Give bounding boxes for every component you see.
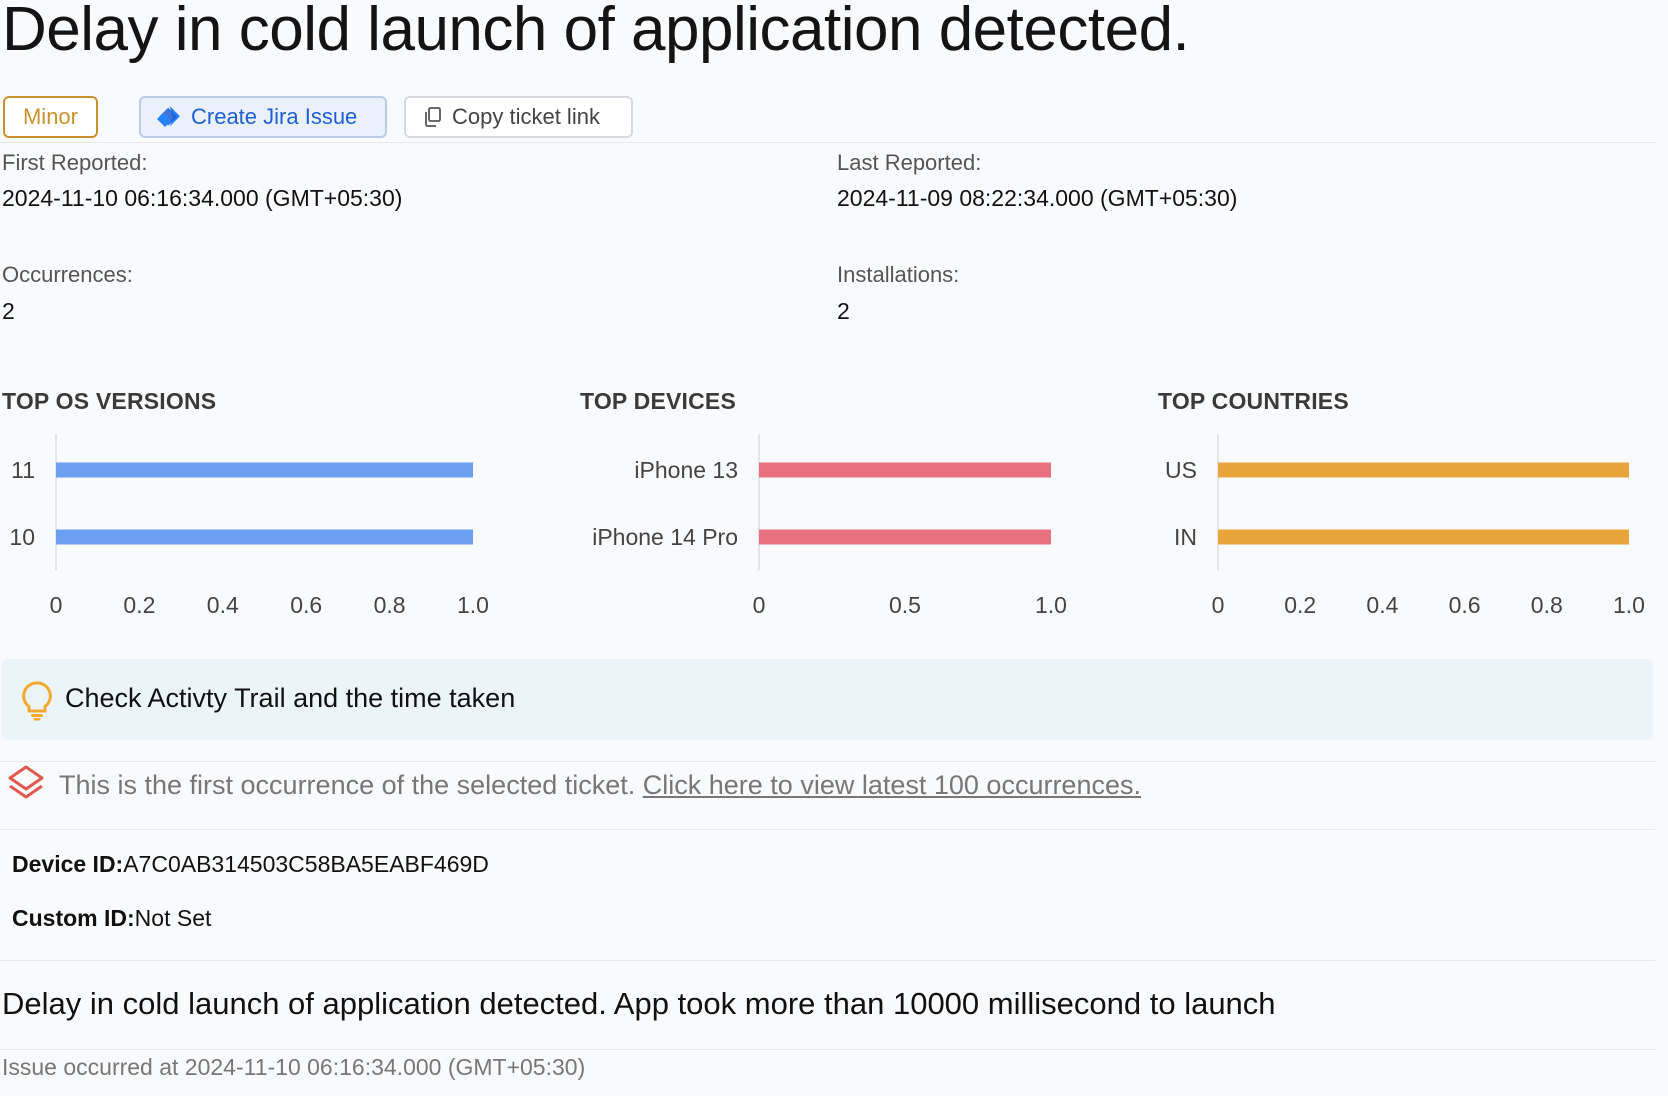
category-label: US (1165, 457, 1197, 483)
top-os-versions-chart: 11 10 0 0.2 0.4 0.6 0.8 1.0 (9, 434, 489, 618)
x-tick-label: 0.4 (1366, 592, 1398, 618)
occurrence-text: This is the first occurrence of the sele… (59, 770, 636, 800)
x-tick-label: 1.0 (1035, 592, 1067, 618)
top-countries-chart: US IN 0 0.2 0.4 0.6 0.8 1.0 (1165, 434, 1645, 618)
x-tick-label: 0.2 (123, 592, 155, 618)
category-label: IN (1174, 524, 1197, 550)
category-label: 10 (9, 524, 35, 550)
x-tick-label: 1.0 (457, 592, 489, 618)
issue-description: Delay in cold launch of application dete… (2, 986, 1276, 1021)
bar-10[interactable] (56, 529, 473, 545)
device-id-value: A7C0AB314503C58BA5EABF469D (123, 851, 489, 877)
bar-us[interactable] (1218, 462, 1629, 478)
copy-ticket-link-button[interactable]: Copy ticket link (404, 96, 633, 138)
custom-id-value: Not Set (134, 905, 212, 931)
last-reported-value: 2024-11-09 08:22:34.000 (GMT+05:30) (837, 185, 1238, 211)
copy-icon (424, 107, 442, 127)
bar-iphone-13[interactable] (759, 462, 1051, 478)
jira-icon (157, 105, 181, 129)
hint-banner: Check Activty Trail and the time taken (2, 659, 1653, 740)
category-label: iPhone 13 (634, 457, 738, 483)
occurrence-text-line: This is the first occurrence of the sele… (59, 770, 1141, 801)
x-tick-label: 0.4 (207, 592, 239, 618)
x-tick-label: 0.6 (290, 592, 322, 618)
bar-iphone-14-pro[interactable] (759, 529, 1051, 545)
create-jira-issue-label: Create Jira Issue (191, 104, 358, 129)
divider (0, 1049, 1655, 1050)
issue-detail-page: Delay in cold launch of application dete… (0, 0, 1668, 1096)
occurrences-label: Occurrences: (2, 262, 133, 287)
x-tick-label: 0 (50, 592, 63, 618)
last-reported-label: Last Reported: (837, 150, 982, 175)
x-tick-label: 0.5 (889, 592, 921, 618)
layers-icon (6, 764, 46, 811)
page-title: Delay in cold launch of application dete… (2, 0, 1190, 64)
create-jira-issue-button[interactable]: Create Jira Issue (139, 96, 387, 138)
divider (0, 142, 1655, 143)
top-countries-title: TOP COUNTRIES (1158, 388, 1349, 414)
occurrences-value: 2 (2, 298, 15, 324)
x-tick-label: 0 (1212, 592, 1225, 618)
device-id-row: Device ID:A7C0AB314503C58BA5EABF469D (12, 851, 489, 878)
divider (0, 761, 1655, 762)
x-tick-label: 1.0 (1613, 592, 1645, 618)
occurrence-notice: This is the first occurrence of the sele… (6, 764, 1646, 810)
hint-text: Check Activty Trail and the time taken (65, 683, 516, 713)
device-id-label: Device ID: (12, 851, 124, 877)
lightbulb-icon (20, 681, 54, 726)
x-tick-label: 0.2 (1284, 592, 1316, 618)
custom-id-row: Custom ID:Not Set (12, 905, 211, 932)
top-devices-chart: iPhone 13 iPhone 14 Pro 0 0.5 1.0 (592, 434, 1067, 618)
first-reported-value: 2024-11-10 06:16:34.000 (GMT+05:30) (2, 185, 403, 211)
severity-badge-button[interactable]: Minor (3, 96, 98, 138)
category-label: 11 (11, 457, 35, 483)
installations-value: 2 (837, 298, 850, 324)
first-reported-label: First Reported: (2, 150, 148, 175)
x-tick-label: 0.8 (374, 592, 406, 618)
top-os-versions-title: TOP OS VERSIONS (2, 388, 217, 414)
issue-occurred-at: Issue occurred at 2024-11-10 06:16:34.00… (2, 1054, 586, 1080)
custom-id-label: Custom ID: (12, 905, 135, 931)
bar-11[interactable] (56, 462, 473, 478)
bar-in[interactable] (1218, 529, 1629, 545)
divider (0, 829, 1655, 830)
divider (0, 960, 1655, 961)
top-devices-title: TOP DEVICES (580, 388, 737, 414)
x-tick-label: 0 (753, 592, 766, 618)
category-label: iPhone 14 Pro (592, 524, 738, 550)
copy-ticket-link-label: Copy ticket link (452, 104, 600, 129)
installations-label: Installations: (837, 262, 960, 287)
x-tick-label: 0.8 (1531, 592, 1563, 618)
x-tick-label: 0.6 (1449, 592, 1481, 618)
view-latest-occurrences-link[interactable]: Click here to view latest 100 occurrence… (643, 770, 1141, 800)
